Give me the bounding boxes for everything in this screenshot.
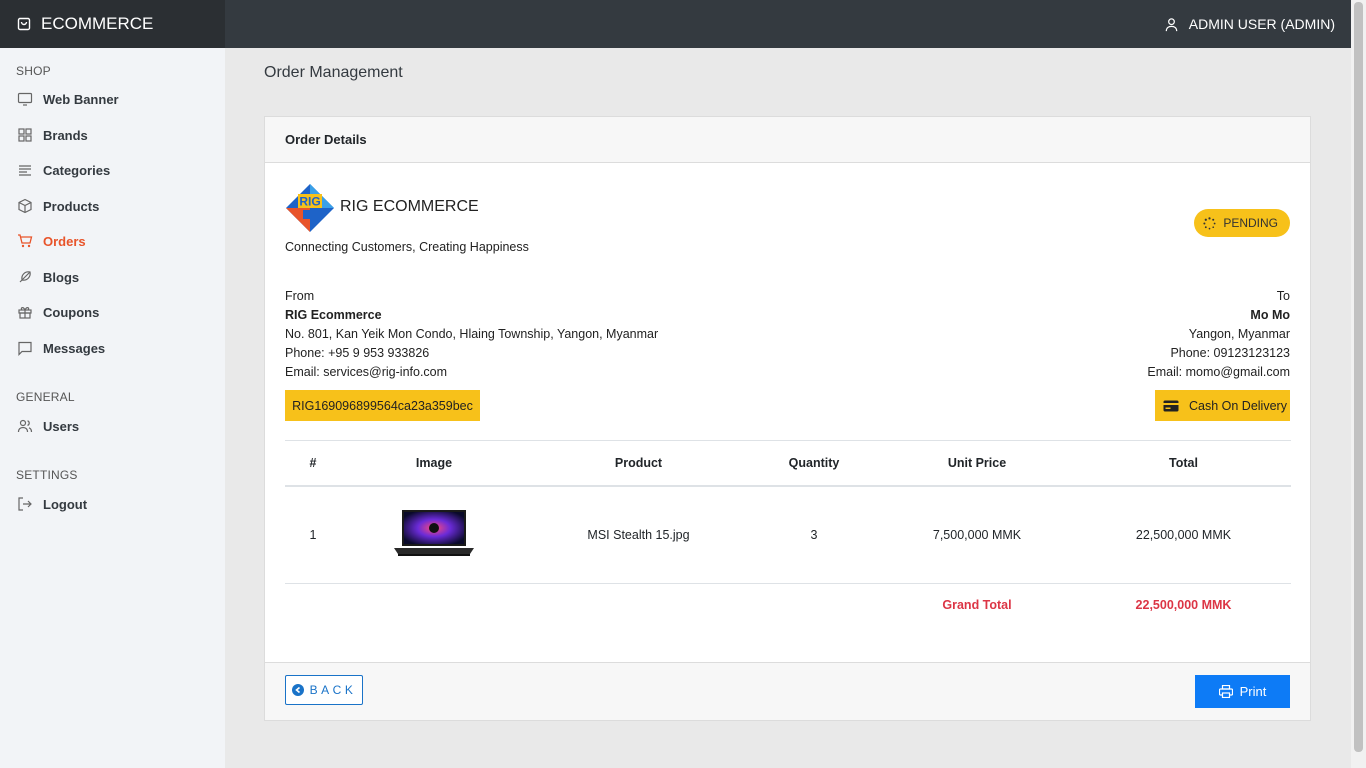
cart-icon <box>18 234 33 248</box>
to-name: Mo Mo <box>1250 308 1290 322</box>
list-icon <box>19 165 31 176</box>
product-total: 22,500,000 MMK <box>1076 485 1291 584</box>
payment-method: Cash On Delivery <box>1189 398 1287 413</box>
sidebar-item-label: Products <box>43 198 100 214</box>
from-label: From <box>285 289 315 303</box>
sidebar-item-brands[interactable]: Brands <box>17 127 88 143</box>
app-brand[interactable]: ECOMMERCE <box>0 0 225 48</box>
user-name: ADMIN USER (ADMIN) <box>1188 16 1335 32</box>
order-id-badge: RIG169096899564ca23a359bec <box>285 390 480 421</box>
feather-icon <box>19 271 31 283</box>
box-icon <box>18 198 32 214</box>
to-phone: Phone: 09123123123 <box>1170 346 1290 360</box>
sidebar-item-logout[interactable]: Logout <box>17 496 87 512</box>
col-header-product: Product <box>527 440 750 487</box>
to-label: To <box>1276 289 1290 303</box>
gift-icon <box>18 307 32 319</box>
top-bar: ECOMMERCE ADMIN USER (ADMIN) <box>0 0 1351 48</box>
back-label: BACK <box>309 683 357 697</box>
printer-icon <box>1218 685 1233 698</box>
sidebar-item-label: Coupons <box>43 304 100 320</box>
card-footer: BACK Print <box>265 662 1310 720</box>
sidebar-item-categories[interactable]: Categories <box>17 162 110 178</box>
col-header-unit-price: Unit Price <box>878 440 1076 487</box>
from-email: Email: services@rig-info.com <box>285 365 448 379</box>
col-header-image: Image <box>341 440 527 487</box>
from-block: From RIG Ecommerce No. 801, Kan Yeik Mon… <box>285 287 658 382</box>
message-icon <box>18 341 32 356</box>
spinner-icon <box>1203 216 1216 229</box>
company-tagline: Connecting Customers, Creating Happiness <box>285 240 529 254</box>
grand-total-value: 22,500,000 MMK <box>1135 597 1232 612</box>
product-quantity: 3 <box>750 485 878 584</box>
sidebar-section-general: GENERAL <box>16 390 75 404</box>
product-name: MSI Stealth 15.jpg <box>527 485 750 584</box>
col-header-total: Total <box>1076 440 1291 487</box>
print-label: Print <box>1239 684 1267 699</box>
order-details-card: Order Details RIG RIG ECOMMERCE Connecti… <box>264 116 1311 721</box>
user-menu[interactable]: ADMIN USER (ADMIN) <box>1164 0 1335 48</box>
grid-icon <box>18 128 32 142</box>
sidebar-item-products[interactable]: Products <box>17 198 99 214</box>
back-button[interactable]: BACK <box>285 675 363 705</box>
sidebar-item-orders[interactable]: Orders <box>17 233 86 249</box>
monitor-icon <box>17 92 33 106</box>
arrow-left-circle-icon <box>291 684 304 696</box>
svg-text:RIG: RIG <box>299 195 320 209</box>
row-number: 1 <box>285 485 341 584</box>
from-name: RIG Ecommerce <box>285 308 382 322</box>
shopping-bag-icon <box>17 17 31 31</box>
logout-icon <box>18 497 32 511</box>
page-scrollbar[interactable] <box>1351 0 1366 768</box>
from-address: No. 801, Kan Yeik Mon Condo, Hlaing Town… <box>285 327 659 341</box>
scrollbar-thumb[interactable] <box>1354 2 1363 752</box>
to-email: Email: momo@gmail.com <box>1147 365 1290 379</box>
product-unit-price: 7,500,000 MMK <box>878 485 1076 584</box>
table-row: 1 MSI Stealth 15.jpg 3 7,500,000 MMK 22,… <box>285 485 1291 584</box>
grand-total-row: Grand Total 22,500,000 MMK <box>285 584 1291 626</box>
users-icon <box>17 419 33 433</box>
sidebar-item-coupons[interactable]: Coupons <box>17 304 99 320</box>
sidebar-item-label: Logout <box>43 496 88 512</box>
sidebar: SHOP Web Banner Brands Categories Produc… <box>0 48 225 768</box>
user-icon <box>1165 17 1178 31</box>
sidebar-item-messages[interactable]: Messages <box>17 340 105 356</box>
to-address: Yangon, Myanmar <box>1188 327 1290 341</box>
to-block: To Mo Mo Yangon, Myanmar Phone: 09123123… <box>1147 287 1290 382</box>
company-name: RIG ECOMMERCE <box>340 198 479 215</box>
order-items-table: # Image Product Quantity Unit Price Tota… <box>285 440 1291 626</box>
print-button[interactable]: Print <box>1195 675 1290 708</box>
sidebar-item-users[interactable]: Users <box>17 418 79 434</box>
sidebar-item-label: Users <box>43 418 80 434</box>
credit-card-icon <box>1163 400 1179 411</box>
grand-total-label: Grand Total <box>942 597 1012 612</box>
col-header-quantity: Quantity <box>750 440 878 487</box>
product-image-cell <box>341 485 527 584</box>
sidebar-item-label: Web Banner <box>43 91 119 107</box>
sidebar-section-settings: SETTINGS <box>16 468 78 482</box>
status-badge: PENDING <box>1194 209 1290 237</box>
sidebar-item-blogs[interactable]: Blogs <box>17 269 79 285</box>
card-title: Order Details <box>265 117 1310 163</box>
sidebar-item-label: Blogs <box>43 269 80 285</box>
status-label: PENDING <box>1223 216 1278 230</box>
company-logo: RIG <box>286 184 334 232</box>
sidebar-item-label: Categories <box>43 162 111 178</box>
app-title: ECOMMERCE <box>41 14 154 33</box>
laptop-image <box>394 510 474 557</box>
sidebar-item-label: Brands <box>43 127 88 143</box>
sidebar-item-label: Orders <box>43 233 86 249</box>
page-title: Order Management <box>264 64 403 81</box>
table-header-row: # Image Product Quantity Unit Price Tota… <box>285 440 1291 487</box>
sidebar-item-web-banner[interactable]: Web Banner <box>17 91 119 107</box>
sidebar-section-shop: SHOP <box>16 64 51 78</box>
from-phone: Phone: +95 9 953 933826 <box>285 346 430 360</box>
sidebar-item-label: Messages <box>43 340 106 356</box>
col-header-no: # <box>285 440 341 487</box>
payment-method-badge: Cash On Delivery <box>1155 390 1290 421</box>
